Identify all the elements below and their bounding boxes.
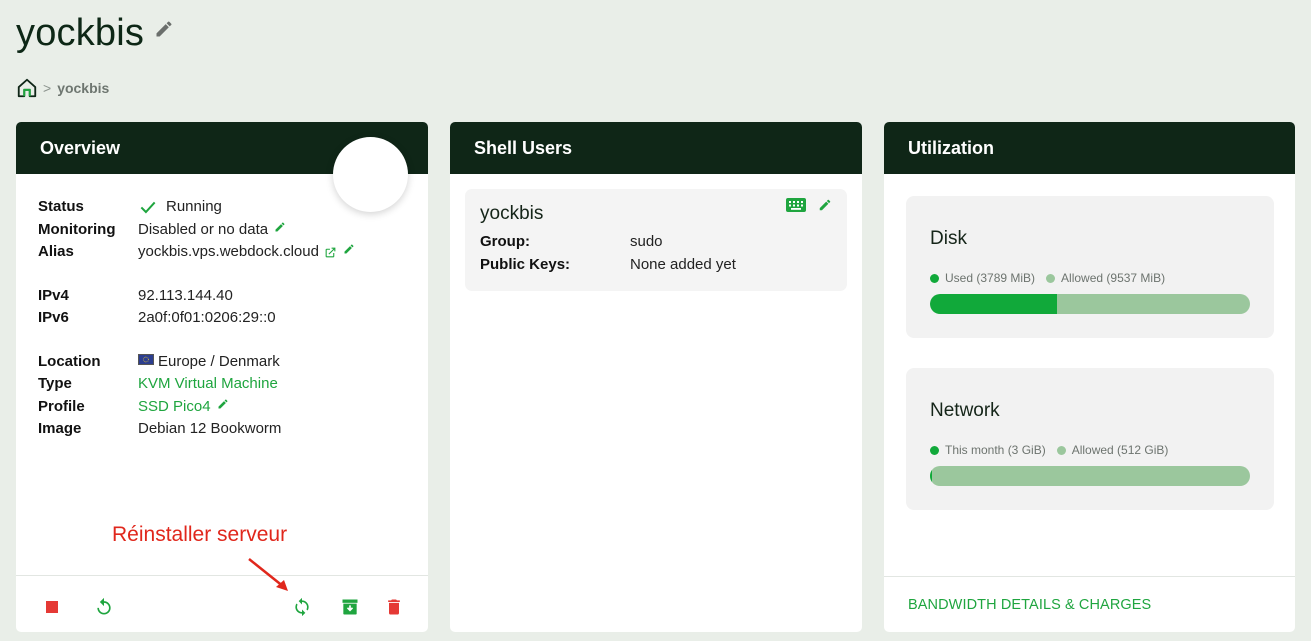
disk-legend: Used (3789 MiB) Allowed (9537 MiB): [930, 271, 1176, 285]
ipv6-row: IPv6 2a0f:0f01:0206:29::0: [38, 307, 355, 330]
shell-user-name: yockbis: [480, 203, 544, 224]
home-icon[interactable]: [16, 77, 38, 99]
disk-title: Disk: [930, 228, 967, 249]
edit-shell-user-icon[interactable]: [818, 198, 832, 212]
network-usage-bar: [930, 466, 1250, 486]
disk-allowed-legend: Allowed (9537 MiB): [1046, 271, 1165, 285]
shell-user-keys-row: Public Keys: None added yet: [480, 256, 736, 273]
annotation-arrow: [248, 558, 288, 591]
delete-button[interactable]: [384, 596, 404, 618]
breadcrumb-current[interactable]: yockbis: [57, 80, 109, 96]
alias-row: Alias yockbis.vps.webdock.cloud: [38, 241, 355, 264]
edit-profile-icon[interactable]: [217, 398, 229, 410]
stop-button[interactable]: [42, 596, 62, 618]
stop-icon: [46, 601, 58, 613]
ipv4-label: IPv4: [38, 286, 69, 304]
status-value: Running: [138, 196, 222, 219]
annotation-label: Réinstaller serveur: [112, 523, 288, 546]
profile-value: SSD Pico4: [138, 396, 229, 419]
monitoring-label: Monitoring: [38, 220, 116, 238]
archive-button[interactable]: [340, 596, 360, 618]
disk-usage-bar: [930, 294, 1250, 314]
shell-user-item: yockbis Group: sudo Public Keys: None ad…: [465, 189, 847, 291]
image-value: Debian 12 Bookworm: [138, 420, 282, 437]
alias-text: yockbis.vps.webdock.cloud: [138, 243, 319, 260]
location-label: Location: [38, 352, 101, 370]
ipv6-value: 2a0f:0f01:0206:29::0: [138, 309, 276, 326]
overview-actions: [16, 575, 428, 632]
type-link[interactable]: KVM Virtual Machine: [138, 373, 278, 396]
shell-users-card: Shell Users yockbis Group: sudo Public K…: [450, 122, 862, 632]
network-legend: This month (3 GiB) Allowed (512 GiB): [930, 443, 1179, 457]
utilization-card: Utilization Disk Used (3789 MiB) Allowed…: [884, 122, 1295, 632]
network-used-label: This month (3 GiB): [945, 443, 1046, 457]
monitoring-value: Disabled or no data: [138, 219, 286, 242]
network-usage-fill: [930, 466, 932, 486]
disk-usage-panel: Disk Used (3789 MiB) Allowed (9537 MiB): [906, 196, 1274, 338]
archive-icon: [342, 599, 358, 615]
monitoring-text: Disabled or no data: [138, 220, 269, 238]
keyboard-icon[interactable]: [786, 198, 806, 212]
public-keys-label: Public Keys:: [480, 256, 571, 273]
ipv4-row: IPv4 92.113.144.40: [38, 285, 355, 308]
utilization-footer: BANDWIDTH DETAILS & CHARGES: [884, 576, 1295, 632]
pencil-icon[interactable]: [154, 19, 174, 39]
page-title: yockbis: [16, 12, 145, 54]
network-allowed-legend: Allowed (512 GiB): [1056, 443, 1169, 457]
ipv6-label: IPv6: [38, 309, 69, 326]
public-keys-value: None added yet: [630, 256, 736, 273]
network-usage-panel: Network This month (3 GiB) Allowed (512 …: [906, 368, 1274, 510]
page-title-row: yockbis: [16, 12, 174, 55]
checkmark-icon: [140, 201, 156, 214]
edit-monitoring-icon[interactable]: [274, 221, 286, 233]
reinstall-icon: [295, 597, 309, 617]
profile-link[interactable]: SSD Pico4: [138, 396, 211, 419]
image-row: Image Debian 12 Bookworm: [38, 418, 355, 441]
reinstall-button[interactable]: [292, 596, 312, 618]
status-text: Running: [166, 198, 222, 215]
status-row: Status Running: [38, 196, 355, 219]
breadcrumb-separator: >: [43, 80, 52, 96]
overview-info: Status Running Monitoring Disabled or no…: [38, 196, 355, 441]
network-allowed-label: Allowed (512 GiB): [1071, 443, 1169, 457]
profile-row: Profile SSD Pico4: [38, 396, 355, 419]
utilization-header: Utilization: [884, 122, 1295, 174]
disk-used-legend: Used (3789 MiB): [930, 271, 1035, 285]
ipv4-value: 92.113.144.40: [138, 286, 233, 304]
avatar: [333, 137, 408, 212]
disk-used-label: Used (3789 MiB): [945, 271, 1036, 285]
image-label: Image: [38, 420, 82, 437]
breadcrumb: > yockbis: [16, 77, 109, 99]
location-value: Europe / Denmark: [138, 351, 280, 374]
group-label: Group:: [480, 233, 530, 250]
type-label: Type: [38, 375, 72, 392]
monitoring-row: Monitoring Disabled or no data: [38, 219, 355, 242]
alias-label: Alias: [38, 243, 74, 260]
profile-label: Profile: [38, 397, 85, 415]
disk-allowed-label: Allowed (9537 MiB): [1061, 271, 1166, 285]
network-title: Network: [930, 400, 1000, 421]
trash-icon: [388, 599, 400, 615]
restart-icon: [97, 597, 111, 615]
external-link-icon[interactable]: [324, 246, 337, 259]
alias-value: yockbis.vps.webdock.cloud: [138, 241, 355, 264]
disk-usage-fill: [930, 294, 1058, 314]
shell-users-header: Shell Users: [450, 122, 862, 174]
edit-alias-icon[interactable]: [343, 243, 355, 255]
eu-flag-icon: [138, 354, 154, 366]
restart-button[interactable]: [94, 596, 114, 618]
location-row: Location Europe / Denmark: [38, 351, 355, 374]
status-label: Status: [38, 198, 84, 215]
type-row: Type KVM Virtual Machine: [38, 373, 355, 396]
group-value: sudo: [630, 233, 663, 250]
location-text: Europe / Denmark: [158, 352, 280, 370]
network-used-legend: This month (3 GiB): [930, 443, 1046, 457]
shell-user-group-row: Group: sudo: [480, 233, 663, 250]
bandwidth-details-link[interactable]: BANDWIDTH DETAILS & CHARGES: [908, 597, 1151, 613]
